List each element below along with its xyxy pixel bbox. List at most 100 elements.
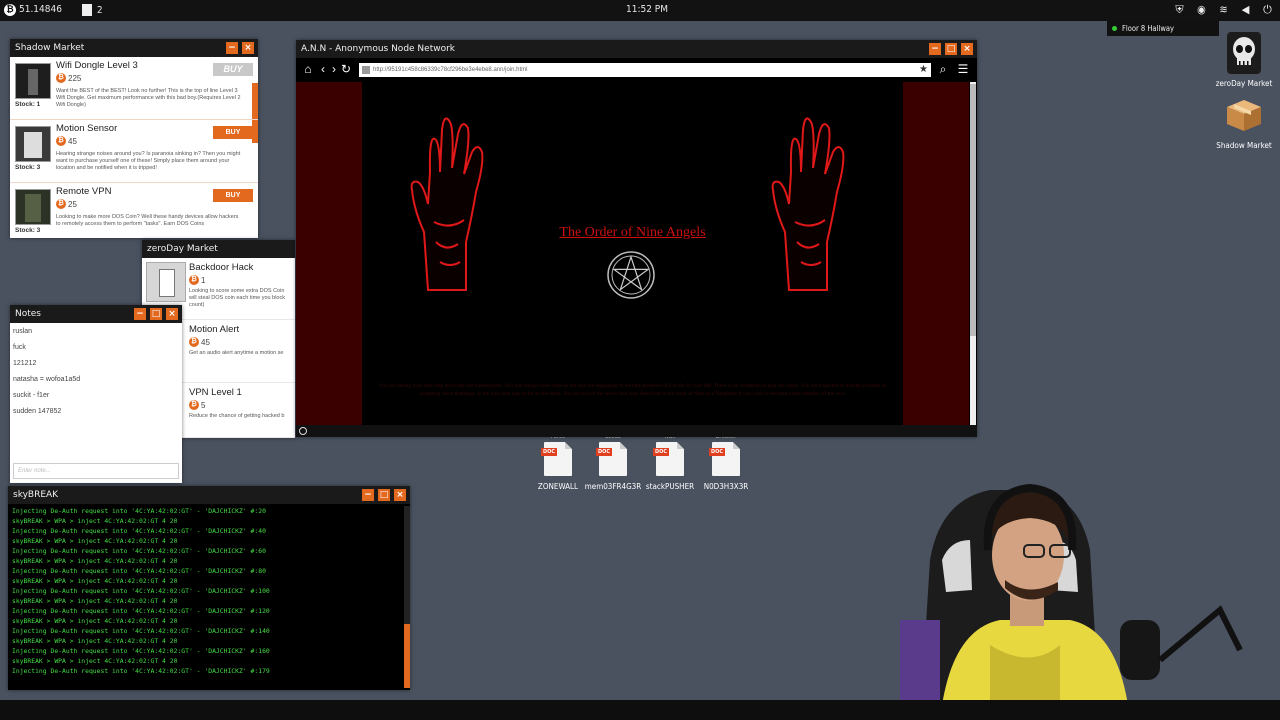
coin-icon: ₿ <box>189 275 199 285</box>
close-button[interactable]: × <box>166 308 178 320</box>
coin-icon: ₿ <box>56 199 66 209</box>
buy-button[interactable]: BUY <box>213 126 253 139</box>
remote-vpn-image <box>15 189 51 225</box>
search-icon[interactable]: ⌕ <box>936 62 950 76</box>
dos-coin-icon: ₿ <box>4 4 16 16</box>
note-line[interactable]: suckit - f1er <box>10 388 182 404</box>
market-item: Stock: 3 Remote VPN ₿ 25 Looking to make … <box>10 183 258 238</box>
window-titlebar[interactable]: skyBREAK − □ × <box>8 486 410 504</box>
window-titlebar[interactable]: zeroDay Market <box>142 240 295 258</box>
item-price: ₿ 45 <box>189 337 295 347</box>
streamer-camera-image <box>900 483 1243 720</box>
volume-icon[interactable]: ◀ <box>1239 3 1252 16</box>
desktop-doc-memforger[interactable]: Locus DOC mem03FR4G3R <box>583 433 643 491</box>
signal-icon[interactable]: ◉ <box>1195 3 1208 16</box>
desktop-doc-zonewall[interactable]: Force DOC ZONEWALL <box>528 433 588 491</box>
window-titlebar[interactable]: A.N.N - Anonymous Node Network − □ × <box>296 40 977 58</box>
taskbar-strip <box>0 700 1280 720</box>
bookmark-star-icon[interactable]: ★ <box>919 63 928 77</box>
location-badge: Floor 8 Hallway <box>1107 21 1219 36</box>
ann-browser-window: A.N.N - Anonymous Node Network − □ × ⌂ ‹… <box>296 40 977 437</box>
web-page: The Order of Nine Angels You are taking … <box>296 82 969 427</box>
coin-icon: ₿ <box>189 400 199 410</box>
coin-icon: ₿ <box>56 136 66 146</box>
home-icon[interactable]: ⌂ <box>301 62 315 76</box>
buy-button[interactable]: BUY <box>213 189 253 202</box>
wifi-dongle-image <box>15 63 51 99</box>
terminal-output[interactable]: Injecting De-Auth request into '4C:YA:42… <box>8 504 410 690</box>
docs-counter[interactable]: 2 <box>81 4 103 16</box>
browser-status-bar <box>296 425 977 437</box>
page-title-link[interactable]: The Order of Nine Angels <box>362 225 903 241</box>
skybreak-terminal-window: skyBREAK − □ × Injecting De-Auth request… <box>8 486 410 690</box>
scrollbar-track[interactable] <box>404 506 410 688</box>
market-item: Stock: 1 Wifi Dongle Level 3 ₿ 225 Want t… <box>10 57 258 120</box>
skull-icon <box>1227 32 1261 74</box>
maximize-button[interactable]: □ <box>150 308 162 320</box>
status-dot-icon <box>1112 26 1117 31</box>
note-line[interactable]: 121212 <box>10 356 182 372</box>
desktop-icon-shadow-market[interactable]: Shadow Market <box>1214 98 1274 150</box>
desktop-doc-nodehexer[interactable]: Breaker DOC N0D3H3X3R <box>696 433 756 491</box>
wifi-icon[interactable]: ≋ <box>1217 3 1230 16</box>
red-hand-right-icon <box>771 117 845 291</box>
maximize-button[interactable]: □ <box>945 43 957 55</box>
package-icon <box>1227 100 1261 131</box>
close-button[interactable]: × <box>961 43 973 55</box>
coin-icon: ₿ <box>189 337 199 347</box>
note-line[interactable]: natasha = wofoa1a5d <box>10 372 182 388</box>
doc-file-icon: DOC <box>596 442 627 476</box>
item-price: ₿ 1 <box>189 275 295 285</box>
minimize-button[interactable]: − <box>929 43 941 55</box>
doc-file-icon: DOC <box>541 442 572 476</box>
item-description: Looking to make more DOS Coin? Well thes… <box>56 214 239 227</box>
menu-icon[interactable]: ☰ <box>956 62 970 76</box>
notes-window: Notes − □ × ruslan fuck 121212 natasha =… <box>10 305 182 483</box>
coin-icon: ₿ <box>56 73 66 83</box>
page-icon <box>362 66 370 74</box>
webcam-overlay <box>880 470 1280 720</box>
shield-icon[interactable]: ⛨ <box>1173 3 1186 16</box>
buy-button[interactable]: BUY <box>213 63 253 76</box>
scrollbar-thumb[interactable] <box>970 84 976 336</box>
item-description: Hearing strange noises around you? Is pa… <box>56 151 241 171</box>
scrollbar-thumb[interactable] <box>404 624 410 688</box>
document-icon <box>81 4 92 16</box>
minimize-button[interactable]: − <box>226 42 238 54</box>
close-button[interactable]: × <box>242 42 254 54</box>
desktop-doc-stackpusher[interactable]: Null DOC stackPUSHER <box>640 433 700 491</box>
note-input[interactable]: Enter note... <box>13 463 179 479</box>
loading-indicator-icon <box>299 427 307 435</box>
close-button[interactable]: × <box>394 489 406 501</box>
page-content: The Order of Nine Angels You are taking … <box>362 82 903 427</box>
item-description: Want the BEST of the BEST! Look no furth… <box>56 88 241 108</box>
minimize-button[interactable]: − <box>362 489 374 501</box>
note-line[interactable]: fuck <box>10 340 182 356</box>
doc-file-icon: DOC <box>709 442 740 476</box>
page-body-text: You are taking your first step down the … <box>379 383 886 397</box>
notes-list: ruslan fuck 121212 natasha = wofoa1a5d s… <box>10 323 182 420</box>
url-input[interactable]: http://95191c458c86339c78cf296be3e4ebe8.… <box>359 63 931 77</box>
top-bar: ₿ 51.14846 2 11:52 PM ⛨ ◉ ≋ ◀ ⏻ <box>0 0 1280 21</box>
market-item: Stock: 3 Motion Sensor ₿ 45 Hearing stran… <box>10 120 258 183</box>
desktop-icon-zeroday[interactable]: zeroDay Market <box>1214 32 1274 88</box>
doc-file-icon: DOC <box>653 442 684 476</box>
coin-balance[interactable]: ₿ 51.14846 <box>4 4 62 16</box>
note-line[interactable]: sudden 147852 <box>10 404 182 420</box>
pentagram-icon <box>607 251 655 299</box>
window-titlebar[interactable]: Notes − □ × <box>10 305 182 323</box>
browser-navbar: ⌂ ‹ › ↻ http://95191c458c86339c78cf296be… <box>296 58 977 82</box>
scrollbar-track[interactable] <box>970 82 976 426</box>
clock: 11:52 PM <box>626 4 668 15</box>
refresh-icon[interactable]: ↻ <box>339 62 353 76</box>
power-icon[interactable]: ⏻ <box>1261 3 1274 16</box>
door-image <box>146 262 186 302</box>
shadow-market-window: Shadow Market − × Stock: 1 Wifi Dongle L… <box>10 39 258 238</box>
maximize-button[interactable]: □ <box>378 489 390 501</box>
motion-sensor-image <box>15 126 51 162</box>
item-price: ₿ 5 <box>189 400 295 410</box>
note-line[interactable]: ruslan <box>10 324 182 340</box>
window-titlebar[interactable]: Shadow Market − × <box>10 39 258 57</box>
red-hand-left-icon <box>410 117 484 291</box>
minimize-button[interactable]: − <box>134 308 146 320</box>
